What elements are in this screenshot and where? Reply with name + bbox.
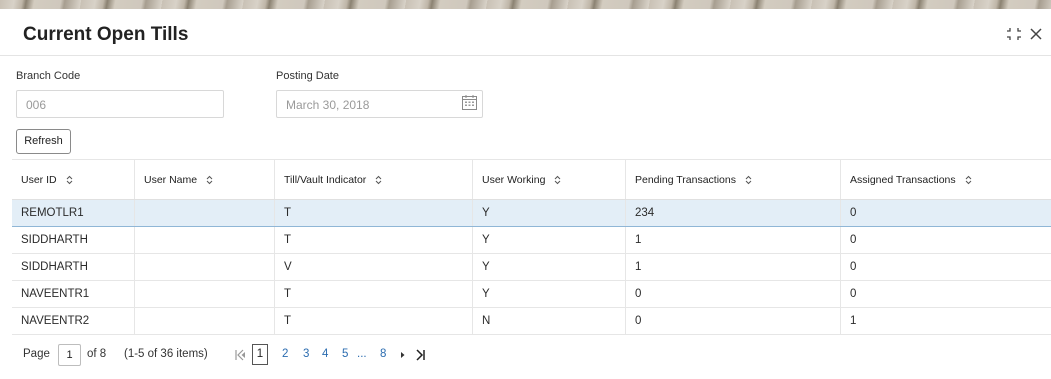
cell-user-name [134, 227, 274, 253]
cell-assigned-transactions: 0 [840, 200, 1051, 226]
table-header-row: User ID User Name Till/Vault Indicator U… [12, 159, 1051, 200]
table-row[interactable]: SIDDHARTH V Y 1 0 [12, 254, 1051, 281]
cell-user-working: N [472, 308, 625, 334]
posting-date-label: Posting Date [276, 70, 339, 82]
cell-user-name [134, 281, 274, 307]
cell-pending-transactions: 234 [625, 200, 840, 226]
branch-code-label: Branch Code [16, 70, 81, 82]
page-link[interactable]: 3 [303, 348, 309, 360]
page-link[interactable]: 4 [322, 348, 328, 360]
close-icon[interactable] [1027, 25, 1045, 43]
column-header-user-id[interactable]: User ID [12, 160, 134, 199]
table-row[interactable]: REMOTLR1 T Y 234 0 [12, 200, 1051, 227]
next-page-icon[interactable] [397, 348, 409, 362]
sort-icon[interactable] [206, 175, 213, 185]
minimize-icon[interactable] [1005, 25, 1023, 43]
cell-user-id: REMOTLR1 [21, 207, 84, 219]
cell-pending-transactions: 1 [625, 227, 840, 253]
cell-user-name [134, 308, 274, 334]
posting-date-field[interactable]: March 30, 2018 [276, 90, 483, 118]
cell-user-name [134, 254, 274, 280]
sort-icon[interactable] [745, 175, 752, 185]
column-header-user-name[interactable]: User Name [134, 160, 274, 199]
pagination-bar: Page 1 of 8 (1-5 of 36 items) 1 2 3 4 5 … [0, 340, 1051, 370]
cell-till-vault-indicator: T [274, 227, 472, 253]
table-row[interactable]: SIDDHARTH T Y 1 0 [12, 227, 1051, 254]
cell-pending-transactions: 0 [625, 281, 840, 307]
table-row[interactable]: NAVEENTR2 T N 0 1 [12, 308, 1051, 335]
column-header-till-vault-indicator[interactable]: Till/Vault Indicator [274, 160, 472, 199]
cell-user-id: SIDDHARTH [21, 261, 88, 273]
page-label: Page [23, 348, 50, 360]
cell-pending-transactions: 1 [625, 254, 840, 280]
page-total-text: of 8 [87, 348, 107, 360]
cell-pending-transactions: 0 [625, 308, 840, 334]
cell-user-working: Y [472, 254, 625, 280]
cell-user-id: NAVEENTR2 [21, 315, 90, 327]
page-link[interactable]: 8 [380, 348, 386, 360]
cell-till-vault-indicator: T [274, 281, 472, 307]
cell-till-vault-indicator: T [274, 200, 472, 226]
branch-code-field[interactable]: 006 [16, 90, 224, 118]
item-range-text: (1-5 of 36 items) [124, 348, 208, 360]
column-header-pending-transactions[interactable]: Pending Transactions [625, 160, 840, 199]
page-link[interactable]: 2 [282, 348, 288, 360]
sort-icon[interactable] [965, 175, 972, 185]
table-row[interactable]: NAVEENTR1 T Y 0 0 [12, 281, 1051, 308]
cell-user-working: Y [472, 227, 625, 253]
cell-user-name [134, 200, 274, 226]
cell-assigned-transactions: 1 [840, 308, 1051, 334]
sort-icon[interactable] [66, 175, 73, 185]
cell-till-vault-indicator: T [274, 308, 472, 334]
page-link-current[interactable]: 1 [252, 344, 268, 365]
column-header-assigned-transactions[interactable]: Assigned Transactions [840, 160, 1051, 199]
cell-till-vault-indicator: V [274, 254, 472, 280]
prev-page-icon[interactable] [236, 348, 248, 362]
page-ellipsis: ... [357, 348, 367, 360]
cell-user-working: Y [472, 281, 625, 307]
column-header-user-working[interactable]: User Working [472, 160, 625, 199]
cell-user-id: NAVEENTR1 [21, 288, 90, 300]
last-page-icon[interactable] [414, 348, 426, 362]
refresh-button[interactable]: Refresh [16, 129, 71, 154]
cell-assigned-transactions: 0 [840, 254, 1051, 280]
cell-user-working: Y [472, 200, 625, 226]
sort-icon[interactable] [554, 175, 561, 185]
cell-assigned-transactions: 0 [840, 227, 1051, 253]
cell-assigned-transactions: 0 [840, 281, 1051, 307]
page-link[interactable]: 5 [342, 348, 348, 360]
dialog-title: Current Open Tills [23, 24, 189, 45]
dialog-header: Current Open Tills [0, 9, 1051, 56]
calendar-icon[interactable] [461, 94, 478, 111]
header-decorative-band [0, 0, 1051, 9]
page-number-input[interactable]: 1 [58, 344, 81, 366]
sort-icon[interactable] [375, 175, 382, 185]
open-tills-table: User ID User Name Till/Vault Indicator U… [12, 159, 1051, 335]
cell-user-id: SIDDHARTH [21, 234, 88, 246]
